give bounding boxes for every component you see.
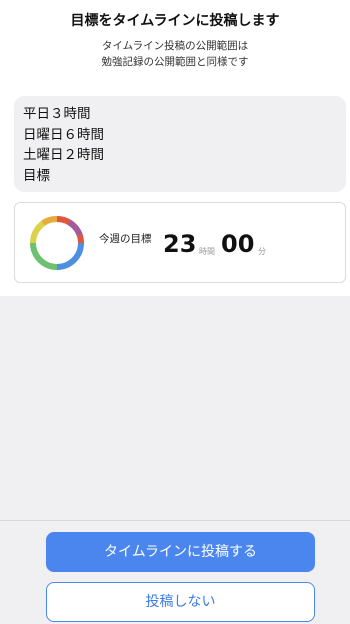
weekly-goal-label: 今週の目標 [99, 233, 152, 245]
hours-unit: 時間 [199, 247, 215, 256]
goal-text-box: 平日３時間 日曜日６時間 土曜日２時間 目標 [14, 96, 346, 192]
visibility-note-line-1: タイムライン投稿の公開範囲は [101, 40, 249, 52]
goal-line-saturday: 土曜日２時間 [23, 147, 104, 163]
weekly-goal-minutes: 00 [221, 230, 255, 258]
weekly-goal-card: 今週の目標 23 時間 00 分 [14, 202, 346, 283]
progress-ring-icon [30, 216, 84, 270]
goal-line-label: 目標 [23, 167, 50, 184]
page-title: 目標をタイムラインに投稿します [70, 13, 280, 29]
do-not-post-button[interactable]: 投稿しない [46, 582, 315, 622]
post-goal-sheet: 目標をタイムラインに投稿します タイムライン投稿の公開範囲は 勉強記録の公開範囲… [0, 0, 350, 296]
goal-line-sunday: 日曜日６時間 [23, 126, 104, 143]
visibility-note: タイムライン投稿の公開範囲は 勉強記録の公開範囲と同様です [0, 38, 350, 70]
weekly-goal-hours: 23 [163, 230, 197, 258]
visibility-note-line-2: 勉強記録の公開範囲と同様です [101, 56, 249, 68]
minutes-unit: 分 [258, 247, 266, 256]
post-to-timeline-button[interactable]: タイムラインに投稿する [46, 532, 315, 572]
action-footer: タイムラインに投稿する 投稿しない [0, 520, 350, 624]
goal-line-weekday: 平日３時間 [23, 106, 91, 122]
